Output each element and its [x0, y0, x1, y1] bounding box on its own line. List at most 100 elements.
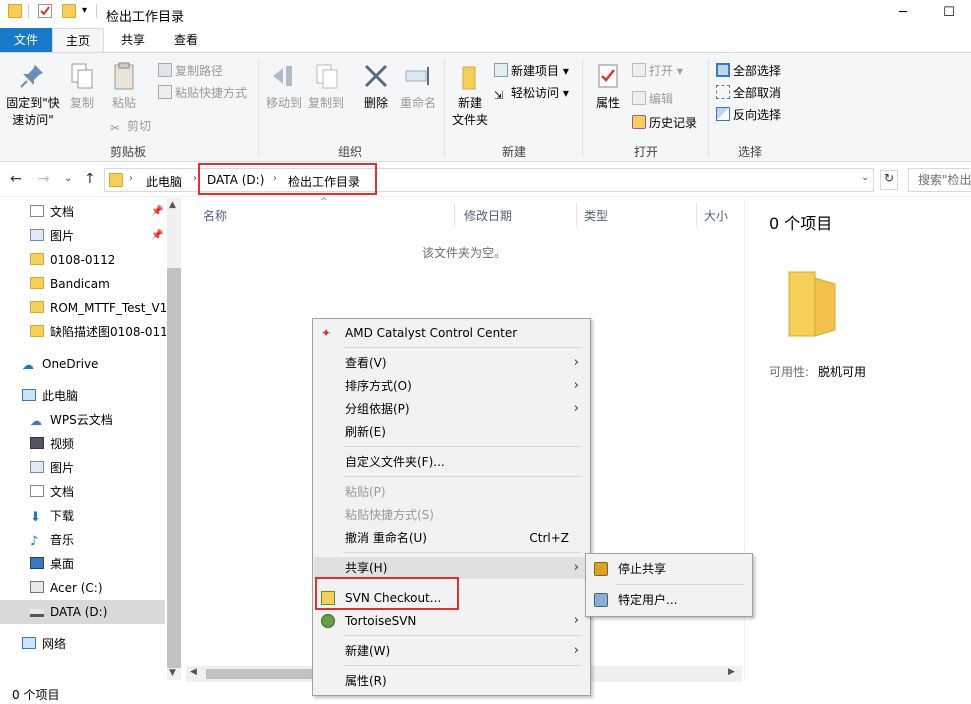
pin-icon[interactable]: 📌: [151, 206, 163, 217]
paste-button[interactable]: 粘贴: [104, 61, 144, 112]
paste-shortcut-button[interactable]: 粘贴快捷方式: [158, 83, 247, 103]
new-group-label: 新建: [501, 145, 526, 159]
menu-item-undo-rename[interactable]: 撤消 重命名(U) Ctrl+Z: [314, 527, 589, 549]
maximize-button[interactable]: ☐: [926, 0, 971, 28]
pin-icon[interactable]: 📌: [151, 230, 163, 241]
paste-icon: [114, 62, 134, 90]
availability-label: 可用性:: [769, 365, 810, 379]
nav-item-downloads[interactable]: ⬇ 下载: [30, 504, 74, 528]
properties-check-icon[interactable]: [38, 4, 52, 18]
column-date-modified[interactable]: 修改日期: [464, 207, 512, 224]
scroll-down-icon[interactable]: ▼: [169, 668, 176, 678]
column-name[interactable]: 名称: [203, 207, 227, 224]
menu-item-new[interactable]: 新建(W) ›: [314, 640, 589, 662]
edit-button[interactable]: 编辑: [632, 89, 673, 109]
column-separator[interactable]: [696, 203, 697, 227]
ribbon: 固定到"快速访问" 复制 粘贴 复制路径 粘贴快捷方式 ✂ 剪切 剪贴板 移动到 …: [0, 52, 971, 162]
navigation-pane: 文档 📌 图片 📌 0108-0112 Bandicam ROM_MTTF_Te…: [0, 198, 182, 680]
tab-share[interactable]: 共享: [108, 28, 158, 52]
scroll-right-icon[interactable]: ▶: [728, 667, 735, 677]
column-separator[interactable]: [576, 203, 577, 227]
nav-item-bandicam[interactable]: Bandicam: [30, 272, 110, 296]
menu-item-sort[interactable]: 排序方式(O) ›: [314, 375, 589, 397]
refresh-icon[interactable]: ↻: [880, 170, 898, 190]
tab-view[interactable]: 查看: [160, 28, 212, 52]
nav-item-acer-c[interactable]: Acer (C:): [30, 576, 103, 600]
nav-item-label: 0108-0112: [50, 253, 116, 267]
delete-button[interactable]: 删除: [358, 61, 394, 112]
nav-item-pictures-pc[interactable]: 图片: [30, 456, 74, 480]
nav-item-documents[interactable]: 文档: [30, 200, 74, 224]
menu-item-tortoisesvn[interactable]: TortoiseSVN ›: [314, 610, 589, 632]
menu-item-customize-folder[interactable]: 自定义文件夹(F)...: [314, 451, 589, 473]
up-arrow-icon[interactable]: ↑: [84, 171, 96, 187]
nav-scrollbar-thumb[interactable]: [167, 268, 181, 668]
column-type[interactable]: 类型: [584, 207, 608, 224]
menu-item-refresh[interactable]: 刷新(E): [314, 421, 589, 443]
properties-button[interactable]: 属性: [588, 61, 628, 112]
open-button[interactable]: 打开 ▾: [632, 61, 683, 81]
copy-button[interactable]: 复制: [64, 61, 100, 112]
nav-item-data-d[interactable]: DATA (D:): [0, 600, 165, 624]
new-item-button[interactable]: 新建项目 ▾: [494, 61, 569, 81]
rename-button[interactable]: 重命名: [398, 61, 438, 112]
nav-item-desktop[interactable]: 桌面: [30, 552, 74, 576]
nav-item-music[interactable]: ♪ 音乐: [30, 528, 74, 552]
invert-selection-button[interactable]: 反向选择: [716, 105, 781, 125]
move-to-button[interactable]: 移动到: [264, 61, 304, 112]
nav-item-documents-pc[interactable]: 文档: [30, 480, 74, 504]
select-all-button[interactable]: 全部选择: [716, 61, 781, 81]
nav-item-this-pc[interactable]: 此电脑: [22, 384, 78, 408]
nav-item-label: 此电脑: [42, 389, 79, 403]
cut-button[interactable]: ✂ 剪切: [110, 116, 151, 136]
column-size[interactable]: 大小: [704, 207, 728, 224]
menu-item-label: 自定义文件夹(F)...: [345, 455, 445, 469]
tab-file[interactable]: 文件: [0, 28, 52, 52]
nav-item-onedrive[interactable]: ☁ OneDrive: [22, 352, 98, 376]
large-folder-icon: [788, 271, 836, 337]
easy-access-button[interactable]: ⇲ 轻松访问 ▾: [494, 83, 569, 103]
menu-item-share[interactable]: 共享(H) ›: [314, 557, 589, 579]
menu-item-group[interactable]: 分组依据(P) ›: [314, 398, 589, 420]
back-arrow-icon[interactable]: ←: [10, 171, 22, 187]
column-separator[interactable]: [454, 203, 455, 227]
address-dropdown-chevron-icon[interactable]: ⌄: [861, 172, 869, 183]
scroll-up-icon[interactable]: ▲: [169, 200, 176, 210]
select-none-button[interactable]: 全部取消: [716, 83, 781, 103]
nav-item-folder-0108-0112[interactable]: 0108-0112: [30, 248, 115, 272]
breadcrumb-this-pc[interactable]: 此电脑: [146, 173, 182, 190]
chevron-down-icon[interactable]: ▾: [82, 4, 96, 18]
amd-icon: ✦: [321, 326, 332, 340]
nav-item-defect-images[interactable]: 缺陷描述图0108-011: [30, 320, 166, 344]
cloud-icon: ☁: [22, 358, 34, 372]
menu-item-view[interactable]: 查看(V) ›: [314, 352, 589, 374]
recent-locations-chevron-icon[interactable]: ⌄: [64, 173, 72, 184]
history-button[interactable]: 历史记录: [632, 113, 697, 133]
menu-item-amd[interactable]: ✦ AMD Catalyst Control Center: [314, 322, 589, 344]
copy-path-button[interactable]: 复制路径: [158, 61, 223, 81]
nav-item-label: 文档: [50, 205, 75, 219]
tab-home[interactable]: 主页: [52, 28, 104, 53]
nav-item-pictures[interactable]: 图片: [30, 224, 74, 248]
scroll-left-icon[interactable]: ◀: [190, 667, 197, 677]
pin-quick-access-button[interactable]: 固定到"快速访问": [4, 61, 60, 129]
new-folder-button[interactable]: 新建 文件夹: [450, 61, 490, 129]
forward-arrow-icon[interactable]: →: [38, 171, 50, 187]
pin-label: 固定到"快速访问": [6, 96, 60, 127]
invert-selection-icon: [716, 107, 730, 121]
nav-item-network[interactable]: 网络: [22, 632, 66, 656]
menu-item-paste[interactable]: 粘贴(P): [314, 481, 589, 503]
minimize-button[interactable]: ─: [880, 0, 926, 28]
menu-item-properties[interactable]: 属性(R): [314, 670, 589, 692]
nav-item-label: 视频: [50, 437, 75, 451]
search-input[interactable]: 搜索"检出: [908, 168, 971, 192]
nav-item-videos[interactable]: 视频: [30, 432, 74, 456]
menu-item-label: 粘贴快捷方式(S): [345, 508, 434, 522]
menu-item-specific-people[interactable]: 特定用户...: [587, 589, 751, 611]
new-folder-quick-icon[interactable]: [62, 4, 76, 18]
nav-item-wps-cloud[interactable]: ☁ WPS云文档: [30, 408, 113, 432]
menu-item-paste-shortcut[interactable]: 粘贴快捷方式(S): [314, 504, 589, 526]
menu-item-stop-sharing[interactable]: 停止共享: [587, 558, 751, 580]
copy-to-button[interactable]: 复制到: [306, 61, 346, 112]
nav-item-rom-mttf[interactable]: ROM_MTTF_Test_V1: [30, 296, 166, 320]
